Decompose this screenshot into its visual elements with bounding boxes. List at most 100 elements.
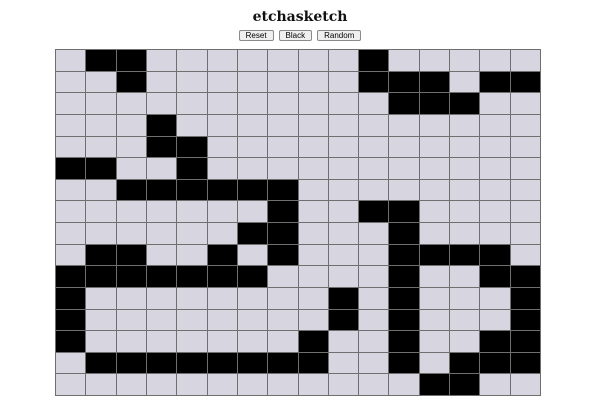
grid-cell[interactable]	[480, 244, 510, 266]
grid-cell[interactable]	[510, 93, 540, 114]
grid-cell[interactable]	[177, 287, 207, 309]
grid-cell[interactable]	[450, 158, 480, 179]
grid-cell[interactable]	[207, 201, 237, 222]
grid-cell[interactable]	[480, 287, 510, 309]
grid-cell[interactable]	[56, 71, 86, 93]
grid-cell[interactable]	[86, 244, 116, 266]
grid-cell[interactable]	[237, 201, 268, 222]
grid-cell[interactable]	[510, 287, 540, 309]
grid-cell[interactable]	[510, 71, 540, 93]
grid-cell[interactable]	[359, 266, 389, 287]
grid-cell[interactable]	[359, 114, 389, 136]
grid-cell[interactable]	[86, 374, 116, 395]
grid-cell[interactable]	[237, 114, 268, 136]
grid-cell[interactable]	[359, 223, 389, 244]
grid-cell[interactable]	[56, 331, 86, 352]
grid-cell[interactable]	[389, 93, 419, 114]
grid-cell[interactable]	[450, 331, 480, 352]
grid-cell[interactable]	[419, 114, 450, 136]
grid-cell[interactable]	[419, 136, 450, 158]
grid-cell[interactable]	[359, 50, 389, 71]
grid-cell[interactable]	[207, 158, 237, 179]
grid-cell[interactable]	[389, 179, 419, 201]
grid-cell[interactable]	[207, 266, 237, 287]
grid-cell[interactable]	[328, 287, 359, 309]
grid-cell[interactable]	[298, 179, 328, 201]
grid-cell[interactable]	[510, 179, 540, 201]
grid-cell[interactable]	[207, 114, 237, 136]
grid-cell[interactable]	[389, 309, 419, 331]
grid-cell[interactable]	[328, 93, 359, 114]
grid-cell[interactable]	[116, 158, 146, 179]
grid-cell[interactable]	[510, 50, 540, 71]
grid-cell[interactable]	[56, 201, 86, 222]
grid-cell[interactable]	[177, 136, 207, 158]
grid-cell[interactable]	[359, 309, 389, 331]
grid-cell[interactable]	[237, 223, 268, 244]
grid-cell[interactable]	[510, 352, 540, 374]
grid-cell[interactable]	[237, 287, 268, 309]
grid-cell[interactable]	[419, 374, 450, 395]
grid-cell[interactable]	[389, 331, 419, 352]
grid-cell[interactable]	[480, 352, 510, 374]
grid-cell[interactable]	[419, 266, 450, 287]
grid-cell[interactable]	[116, 136, 146, 158]
grid-cell[interactable]	[177, 93, 207, 114]
grid-cell[interactable]	[510, 136, 540, 158]
grid-cell[interactable]	[56, 266, 86, 287]
grid-cell[interactable]	[510, 114, 540, 136]
grid-cell[interactable]	[268, 331, 298, 352]
grid-cell[interactable]	[177, 114, 207, 136]
grid-cell[interactable]	[56, 244, 86, 266]
grid-cell[interactable]	[480, 309, 510, 331]
grid-cell[interactable]	[359, 179, 389, 201]
grid-cell[interactable]	[177, 158, 207, 179]
grid-cell[interactable]	[177, 266, 207, 287]
grid-cell[interactable]	[177, 179, 207, 201]
grid-cell[interactable]	[359, 374, 389, 395]
grid-cell[interactable]	[207, 352, 237, 374]
grid-cell[interactable]	[480, 179, 510, 201]
grid-cell[interactable]	[298, 244, 328, 266]
grid-cell[interactable]	[328, 201, 359, 222]
grid-cell[interactable]	[389, 136, 419, 158]
grid-cell[interactable]	[207, 93, 237, 114]
grid-cell[interactable]	[56, 114, 86, 136]
grid-cell[interactable]	[116, 93, 146, 114]
grid-cell[interactable]	[419, 201, 450, 222]
random-button[interactable]: Random	[317, 30, 362, 41]
grid-cell[interactable]	[480, 331, 510, 352]
grid-cell[interactable]	[450, 374, 480, 395]
grid-cell[interactable]	[419, 179, 450, 201]
grid-cell[interactable]	[359, 136, 389, 158]
grid-cell[interactable]	[328, 50, 359, 71]
grid-cell[interactable]	[450, 179, 480, 201]
grid-cell[interactable]	[237, 374, 268, 395]
grid-cell[interactable]	[298, 352, 328, 374]
grid-cell[interactable]	[419, 331, 450, 352]
grid-cell[interactable]	[480, 136, 510, 158]
grid-cell[interactable]	[207, 179, 237, 201]
grid-cell[interactable]	[298, 287, 328, 309]
grid-cell[interactable]	[510, 309, 540, 331]
grid-cell[interactable]	[450, 114, 480, 136]
grid-cell[interactable]	[207, 331, 237, 352]
grid-cell[interactable]	[207, 244, 237, 266]
grid-cell[interactable]	[177, 374, 207, 395]
grid-cell[interactable]	[116, 114, 146, 136]
grid-cell[interactable]	[359, 331, 389, 352]
grid-cell[interactable]	[268, 71, 298, 93]
grid-cell[interactable]	[86, 201, 116, 222]
grid-cell[interactable]	[86, 266, 116, 287]
grid-cell[interactable]	[480, 201, 510, 222]
grid-cell[interactable]	[207, 309, 237, 331]
grid-cell[interactable]	[116, 201, 146, 222]
grid-cell[interactable]	[328, 158, 359, 179]
grid-cell[interactable]	[237, 266, 268, 287]
grid-cell[interactable]	[359, 352, 389, 374]
grid-cell[interactable]	[237, 309, 268, 331]
grid-cell[interactable]	[56, 50, 86, 71]
grid-cell[interactable]	[389, 244, 419, 266]
grid-cell[interactable]	[328, 331, 359, 352]
grid-cell[interactable]	[389, 50, 419, 71]
